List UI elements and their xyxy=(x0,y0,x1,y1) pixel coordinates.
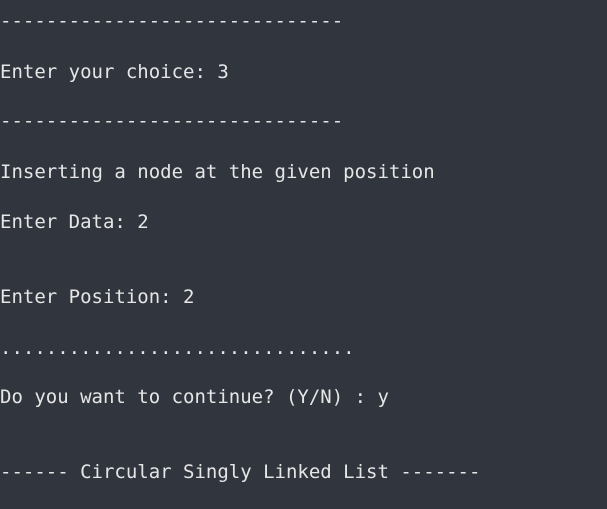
choice-prompt: Enter your choice: 3 xyxy=(0,61,229,83)
position-prompt: Enter Position: 2 xyxy=(0,286,195,308)
terminal-output: ------------------------------ Enter you… xyxy=(0,0,607,509)
separator-line: ------------------------------ xyxy=(0,110,344,132)
dotted-separator: ............................... xyxy=(0,337,355,359)
data-prompt: Enter Data: 2 xyxy=(0,211,149,233)
menu-header: ------ Circular Singly Linked List -----… xyxy=(0,461,481,483)
continue-prompt: Do you want to continue? (Y/N) : y xyxy=(0,386,389,408)
status-message: Inserting a node at the given position xyxy=(0,161,435,183)
separator-line: ------------------------------ xyxy=(0,10,344,32)
